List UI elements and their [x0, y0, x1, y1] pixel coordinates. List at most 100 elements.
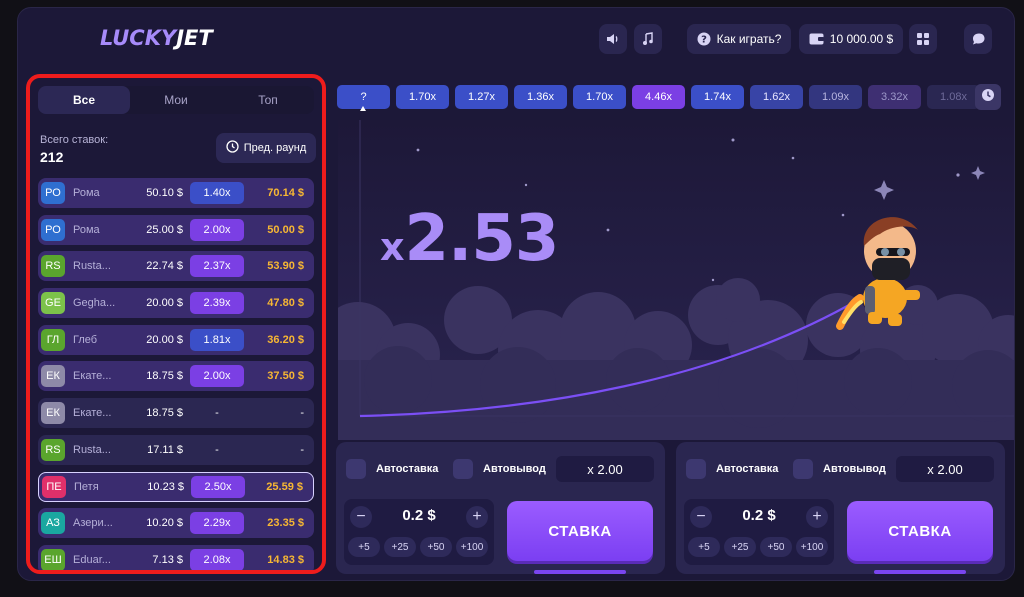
bet-row: РО Рома 25.00 $ 2.00x 50.00 $ [38, 214, 314, 245]
menu-grid-icon [916, 32, 930, 46]
avatar: РО [41, 182, 65, 204]
bet-amount-box-2: − 0.2 $ + +5 +25 +50 +100 [684, 499, 834, 565]
player-name: Rusta... [73, 260, 111, 273]
bets-panel: Все Мои Топ Всего ставок: 212 Пред. раун… [26, 74, 326, 574]
bet-amount: 10.20 $ [146, 517, 183, 530]
bet-amount: 7.13 $ [152, 553, 183, 566]
autocashout-checkbox-1[interactable] [453, 459, 473, 479]
place-bet-button-1[interactable]: СТАВКА [507, 501, 653, 561]
history-chip: 1.70x [396, 85, 449, 109]
quick-add-5-button-1[interactable]: +5 [348, 537, 380, 557]
clock-icon [226, 140, 239, 156]
quick-add-5-button-2[interactable]: +5 [688, 537, 720, 557]
lucky-joe-character-icon [836, 217, 920, 330]
quick-add-50-button-2[interactable]: +50 [760, 537, 792, 557]
history-chip: 1.09x [809, 85, 862, 109]
bet-row: ЕК Екате... 18.75 $ - - [38, 398, 314, 429]
bet-row: RS Rusta... 17.11 $ - - [38, 434, 314, 465]
bets-tabs: Все Мои Топ [38, 86, 314, 114]
music-icon [641, 32, 655, 46]
sound-icon [606, 32, 620, 46]
quick-add-25-button-1[interactable]: +25 [384, 537, 416, 557]
avatar: ЕК [41, 402, 65, 425]
cashout-coefficient: 2.08x [190, 548, 244, 570]
cashout-coefficient: 2.29x [190, 512, 244, 535]
help-icon: ? [697, 32, 711, 46]
player-name: Рома [73, 187, 100, 199]
win-amount: 70.14 $ [267, 187, 304, 199]
quick-add-100-button-1[interactable]: +100 [456, 537, 488, 557]
win-amount: 47.80 $ [267, 297, 304, 310]
wallet-icon [809, 33, 824, 45]
history-chip: 1.08x [927, 85, 980, 109]
bet-amount: 18.75 $ [146, 370, 183, 383]
svg-text:?: ? [701, 35, 707, 46]
win-amount: 50.00 $ [267, 223, 304, 236]
current-multiplier: x2.53 [380, 202, 559, 276]
player-name: Екате... [73, 407, 112, 420]
music-button[interactable] [634, 24, 662, 54]
avatar: ПЕ [42, 475, 66, 498]
balance-display[interactable]: 10 000.00 $ [799, 24, 903, 54]
history-button[interactable] [975, 84, 1001, 110]
history-chip: 1.27x [455, 85, 508, 109]
player-name: Рома [73, 223, 100, 236]
place-bet-button-2[interactable]: СТАВКА [847, 501, 993, 561]
player-name: Азери... [73, 517, 113, 530]
autocashout-value-1[interactable]: x 2.00 [556, 456, 654, 482]
cashout-coefficient: 1.81x [190, 328, 244, 351]
previous-round-button[interactable]: Пред. раунд [216, 133, 316, 163]
chat-button[interactable] [964, 24, 992, 54]
avatar: RS [41, 438, 65, 461]
cashout-coefficient: 2.37x [190, 255, 244, 278]
tab-top[interactable]: Топ [222, 86, 314, 114]
increase-bet-button-2[interactable]: + [806, 506, 828, 528]
bet-row: ПЕ Петя 10.23 $ 2.50x 25.59 $ [38, 471, 314, 502]
game-area: x2.53 [338, 120, 1014, 440]
how-to-play-button[interactable]: ? Как играть? [687, 24, 791, 54]
quick-add-100-button-2[interactable]: +100 [796, 537, 828, 557]
tab-mine[interactable]: Мои [130, 86, 222, 114]
autocashout-checkbox-2[interactable] [793, 459, 813, 479]
history-chip: 1.62x [750, 85, 803, 109]
how-to-play-label: Как играть? [716, 32, 782, 46]
bet-amount: 25.00 $ [146, 223, 183, 236]
history-chip: 1.70x [573, 85, 626, 109]
bet-row: ЕК Екате... 18.75 $ 2.00x 37.50 $ [38, 361, 314, 392]
bet-amount-box-1: − 0.2 $ + +5 +25 +50 +100 [344, 499, 494, 565]
history-chip: 1.74x [691, 85, 744, 109]
player-name: Петя [74, 480, 99, 493]
cashout-coefficient: 1.40x [190, 182, 244, 204]
app-window: LUCKYJET ? Как играть? 10 000.00 $ Все М… [17, 7, 1015, 581]
quick-add-25-button-2[interactable]: +25 [724, 537, 756, 557]
autobet-label-1: Автоставка [376, 463, 439, 475]
bet-row: РО Рома 50.10 $ 1.40x 70.14 $ [38, 178, 314, 208]
bet-button-underline-2 [874, 570, 966, 574]
tab-all[interactable]: Все [38, 86, 130, 114]
win-amount: 53.90 $ [267, 260, 304, 273]
menu-button[interactable] [909, 24, 937, 54]
player-name: Екате... [73, 370, 112, 383]
win-amount: 23.35 $ [267, 517, 304, 530]
bet-row: ГЛ Глеб 20.00 $ 1.81x 36.20 $ [38, 324, 314, 355]
bet-row: АЗ Азери... 10.20 $ 2.29x 23.35 $ [38, 508, 314, 539]
history-chip: 3.32x [868, 85, 921, 109]
avatar: ЕШ [41, 548, 65, 570]
avatar: ГЛ [41, 328, 65, 351]
bet-amount: 18.75 $ [146, 407, 183, 420]
cashout-coefficient: 2.39x [190, 292, 244, 315]
autobet-checkbox-1[interactable] [346, 459, 366, 479]
autobet-checkbox-2[interactable] [686, 459, 706, 479]
cashout-coefficient: - [215, 407, 219, 420]
autocashout-value-2[interactable]: x 2.00 [896, 456, 994, 482]
avatar: ЕК [41, 365, 65, 388]
quick-add-50-button-1[interactable]: +50 [420, 537, 452, 557]
sound-button[interactable] [599, 24, 627, 54]
bet-button-underline-1 [534, 570, 626, 574]
bet-row: ЕШ Eduar... 7.13 $ 2.08x 14.83 $ [38, 544, 314, 570]
win-amount: 37.50 $ [267, 370, 304, 383]
increase-bet-button-1[interactable]: + [466, 506, 488, 528]
player-name: Rusta... [73, 443, 111, 456]
win-amount: - [300, 443, 304, 456]
bet-row: RS Rusta... 22.74 $ 2.37x 53.90 $ [38, 251, 314, 282]
